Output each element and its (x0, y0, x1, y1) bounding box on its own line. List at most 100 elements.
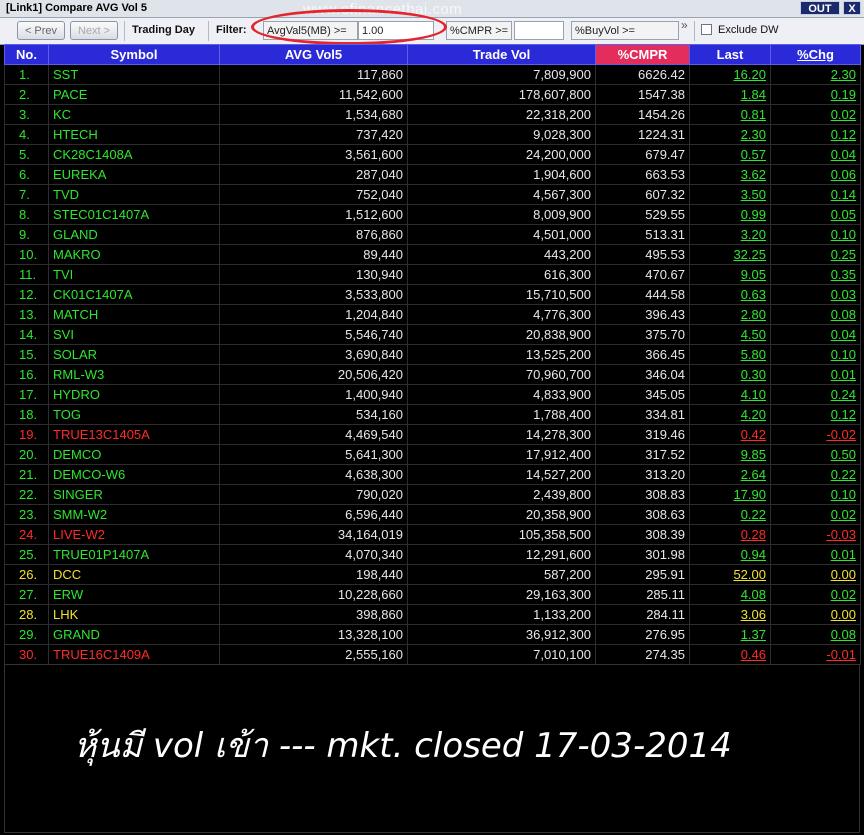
last-price-link[interactable]: 0.22 (689, 504, 771, 525)
table-row[interactable]: 13. MATCH 1,204,840 4,776,300 396.43 2.80 0.08 (4, 304, 861, 325)
last-price-link[interactable]: 3.62 (689, 164, 771, 185)
change-link-text[interactable]: 0.06 (831, 167, 856, 182)
next-button[interactable]: Next > (70, 21, 118, 40)
avgval5-filter-input[interactable]: 1.00 (358, 21, 434, 40)
table-row[interactable]: 4. HTECH 737,420 9,028,300 1224.31 2.30 0.12 (4, 124, 861, 145)
change-link[interactable]: -0.02 (770, 424, 861, 445)
col-header-symbol[interactable]: Symbol (48, 44, 220, 65)
change-link-text[interactable]: 0.03 (831, 287, 856, 302)
last-price-link-text[interactable]: 2.30 (741, 127, 766, 142)
change-link-text[interactable]: 0.25 (831, 247, 856, 262)
col-header-last[interactable]: Last (689, 44, 771, 65)
change-link-text[interactable]: 0.08 (831, 627, 856, 642)
table-row[interactable]: 28. LHK 398,860 1,133,200 284.11 3.06 0.00 (4, 604, 861, 625)
change-link[interactable]: 0.12 (770, 404, 861, 425)
change-link[interactable]: 0.08 (770, 304, 861, 325)
change-link-text[interactable]: 0.04 (831, 147, 856, 162)
last-price-link[interactable]: 0.28 (689, 524, 771, 545)
last-price-link-text[interactable]: 0.63 (741, 287, 766, 302)
change-link-text[interactable]: 0.10 (831, 227, 856, 242)
col-header-chg[interactable]: %Chg (770, 44, 861, 65)
col-header-avg-vol5[interactable]: AVG Vol5 (219, 44, 408, 65)
table-row[interactable]: 12. CK01C1407A 3,533,800 15,710,500 444.58 0.… (4, 284, 861, 305)
last-price-link-text[interactable]: 3.06 (741, 607, 766, 622)
col-header-cmpr[interactable]: %CMPR (595, 44, 690, 65)
table-row[interactable]: 24. LIVE-W2 34,164,019 105,358,500 308.39 0.2… (4, 524, 861, 545)
last-price-link[interactable]: 0.81 (689, 104, 771, 125)
last-price-link-text[interactable]: 2.80 (741, 307, 766, 322)
change-link-text[interactable]: 2.30 (831, 67, 856, 82)
change-link-text[interactable]: 0.24 (831, 387, 856, 402)
last-price-link[interactable]: 3.06 (689, 604, 771, 625)
prev-button[interactable]: < Prev (17, 21, 65, 40)
last-price-link[interactable]: 0.57 (689, 144, 771, 165)
table-row[interactable]: 30. TRUE16C1409A 2,555,160 7,010,100 274.35 0… (4, 644, 861, 665)
change-link[interactable]: 0.08 (770, 624, 861, 645)
table-row[interactable]: 20. DEMCO 5,641,300 17,912,400 317.52 9.85 0.5… (4, 444, 861, 465)
last-price-link[interactable]: 0.63 (689, 284, 771, 305)
change-link[interactable]: 0.06 (770, 164, 861, 185)
last-price-link-text[interactable]: 0.94 (741, 547, 766, 562)
change-link-text[interactable]: -0.03 (826, 527, 856, 542)
change-link-text[interactable]: 0.10 (831, 347, 856, 362)
change-link[interactable]: 0.24 (770, 384, 861, 405)
last-price-link[interactable]: 4.50 (689, 324, 771, 345)
table-row[interactable]: 1. SST 117,860 7,809,900 6626.42 16.20 2.30 (4, 64, 861, 85)
change-link-text[interactable]: 0.04 (831, 327, 856, 342)
last-price-link[interactable]: 0.30 (689, 364, 771, 385)
change-link-text[interactable]: 0.05 (831, 207, 856, 222)
change-link[interactable]: 0.10 (770, 344, 861, 365)
change-link[interactable]: 0.03 (770, 284, 861, 305)
table-row[interactable]: 15. SOLAR 3,690,840 13,525,200 366.45 5.80 0.1… (4, 344, 861, 365)
last-price-link[interactable]: 0.99 (689, 204, 771, 225)
last-price-link[interactable]: 17.90 (689, 484, 771, 505)
last-price-link-text[interactable]: 4.50 (741, 327, 766, 342)
table-row[interactable]: 9. GLAND 876,860 4,501,000 513.31 3.20 0.10 (4, 224, 861, 245)
last-price-link[interactable]: 3.50 (689, 184, 771, 205)
last-price-link-text[interactable]: 0.22 (741, 507, 766, 522)
change-link[interactable]: 0.10 (770, 484, 861, 505)
change-link-text[interactable]: 0.12 (831, 127, 856, 142)
change-link[interactable]: 0.19 (770, 84, 861, 105)
last-price-link-text[interactable]: 0.57 (741, 147, 766, 162)
table-row[interactable]: 29. GRAND 13,328,100 36,912,300 276.95 1.37 0.… (4, 624, 861, 645)
table-row[interactable]: 8. STEC01C1407A 1,512,600 8,009,900 529.55 0.… (4, 204, 861, 225)
last-price-link[interactable]: 1.37 (689, 624, 771, 645)
last-price-link[interactable]: 2.30 (689, 124, 771, 145)
table-row[interactable]: 17. HYDRO 1,400,940 4,833,900 345.05 4.10 0.24 (4, 384, 861, 405)
change-link[interactable]: 0.25 (770, 244, 861, 265)
table-row[interactable]: 6. EUREKA 287,040 1,904,600 663.53 3.62 0.06 (4, 164, 861, 185)
last-price-link[interactable]: 4.20 (689, 404, 771, 425)
change-link[interactable]: 0.50 (770, 444, 861, 465)
change-link[interactable]: 0.02 (770, 584, 861, 605)
last-price-link[interactable]: 0.42 (689, 424, 771, 445)
last-price-link-text[interactable]: 32.25 (733, 247, 766, 262)
table-row[interactable]: 18. TOG 534,160 1,788,400 334.81 4.20 0.12 (4, 404, 861, 425)
table-row[interactable]: 25. TRUE01P1407A 4,070,340 12,291,600 301.98… (4, 544, 861, 565)
last-price-link-text[interactable]: 3.50 (741, 187, 766, 202)
last-price-link[interactable]: 2.80 (689, 304, 771, 325)
last-price-link-text[interactable]: 4.10 (741, 387, 766, 402)
last-price-link[interactable]: 0.94 (689, 544, 771, 565)
change-link-text[interactable]: 0.01 (831, 547, 856, 562)
out-button[interactable]: OUT (800, 1, 840, 15)
last-price-link[interactable]: 3.20 (689, 224, 771, 245)
change-link[interactable]: 0.05 (770, 204, 861, 225)
change-link-text[interactable]: 0.02 (831, 587, 856, 602)
last-price-link-text[interactable]: 17.90 (733, 487, 766, 502)
last-price-link[interactable]: 0.46 (689, 644, 771, 665)
last-price-link-text[interactable]: 0.28 (741, 527, 766, 542)
table-row[interactable]: 3. KC 1,534,680 22,318,200 1454.26 0.81 0.02 (4, 104, 861, 125)
table-row[interactable]: 19. TRUE13C1405A 4,469,540 14,278,300 319.46… (4, 424, 861, 445)
last-price-link[interactable]: 9.85 (689, 444, 771, 465)
last-price-link-text[interactable]: 9.05 (741, 267, 766, 282)
last-price-link-text[interactable]: 0.30 (741, 367, 766, 382)
table-row[interactable]: 27. ERW 10,228,660 29,163,300 285.11 4.08 0.02 (4, 584, 861, 605)
table-row[interactable]: 16. RML-W3 20,506,420 70,960,700 346.04 0.30 0… (4, 364, 861, 385)
change-link-text[interactable]: 0.00 (831, 567, 856, 582)
table-row[interactable]: 2. PACE 11,542,600 178,607,800 1547.38 1.84 0.… (4, 84, 861, 105)
close-button[interactable]: X (843, 1, 861, 15)
last-price-link-text[interactable]: 1.84 (741, 87, 766, 102)
change-link[interactable]: 0.04 (770, 324, 861, 345)
last-price-link-text[interactable]: 2.64 (741, 467, 766, 482)
